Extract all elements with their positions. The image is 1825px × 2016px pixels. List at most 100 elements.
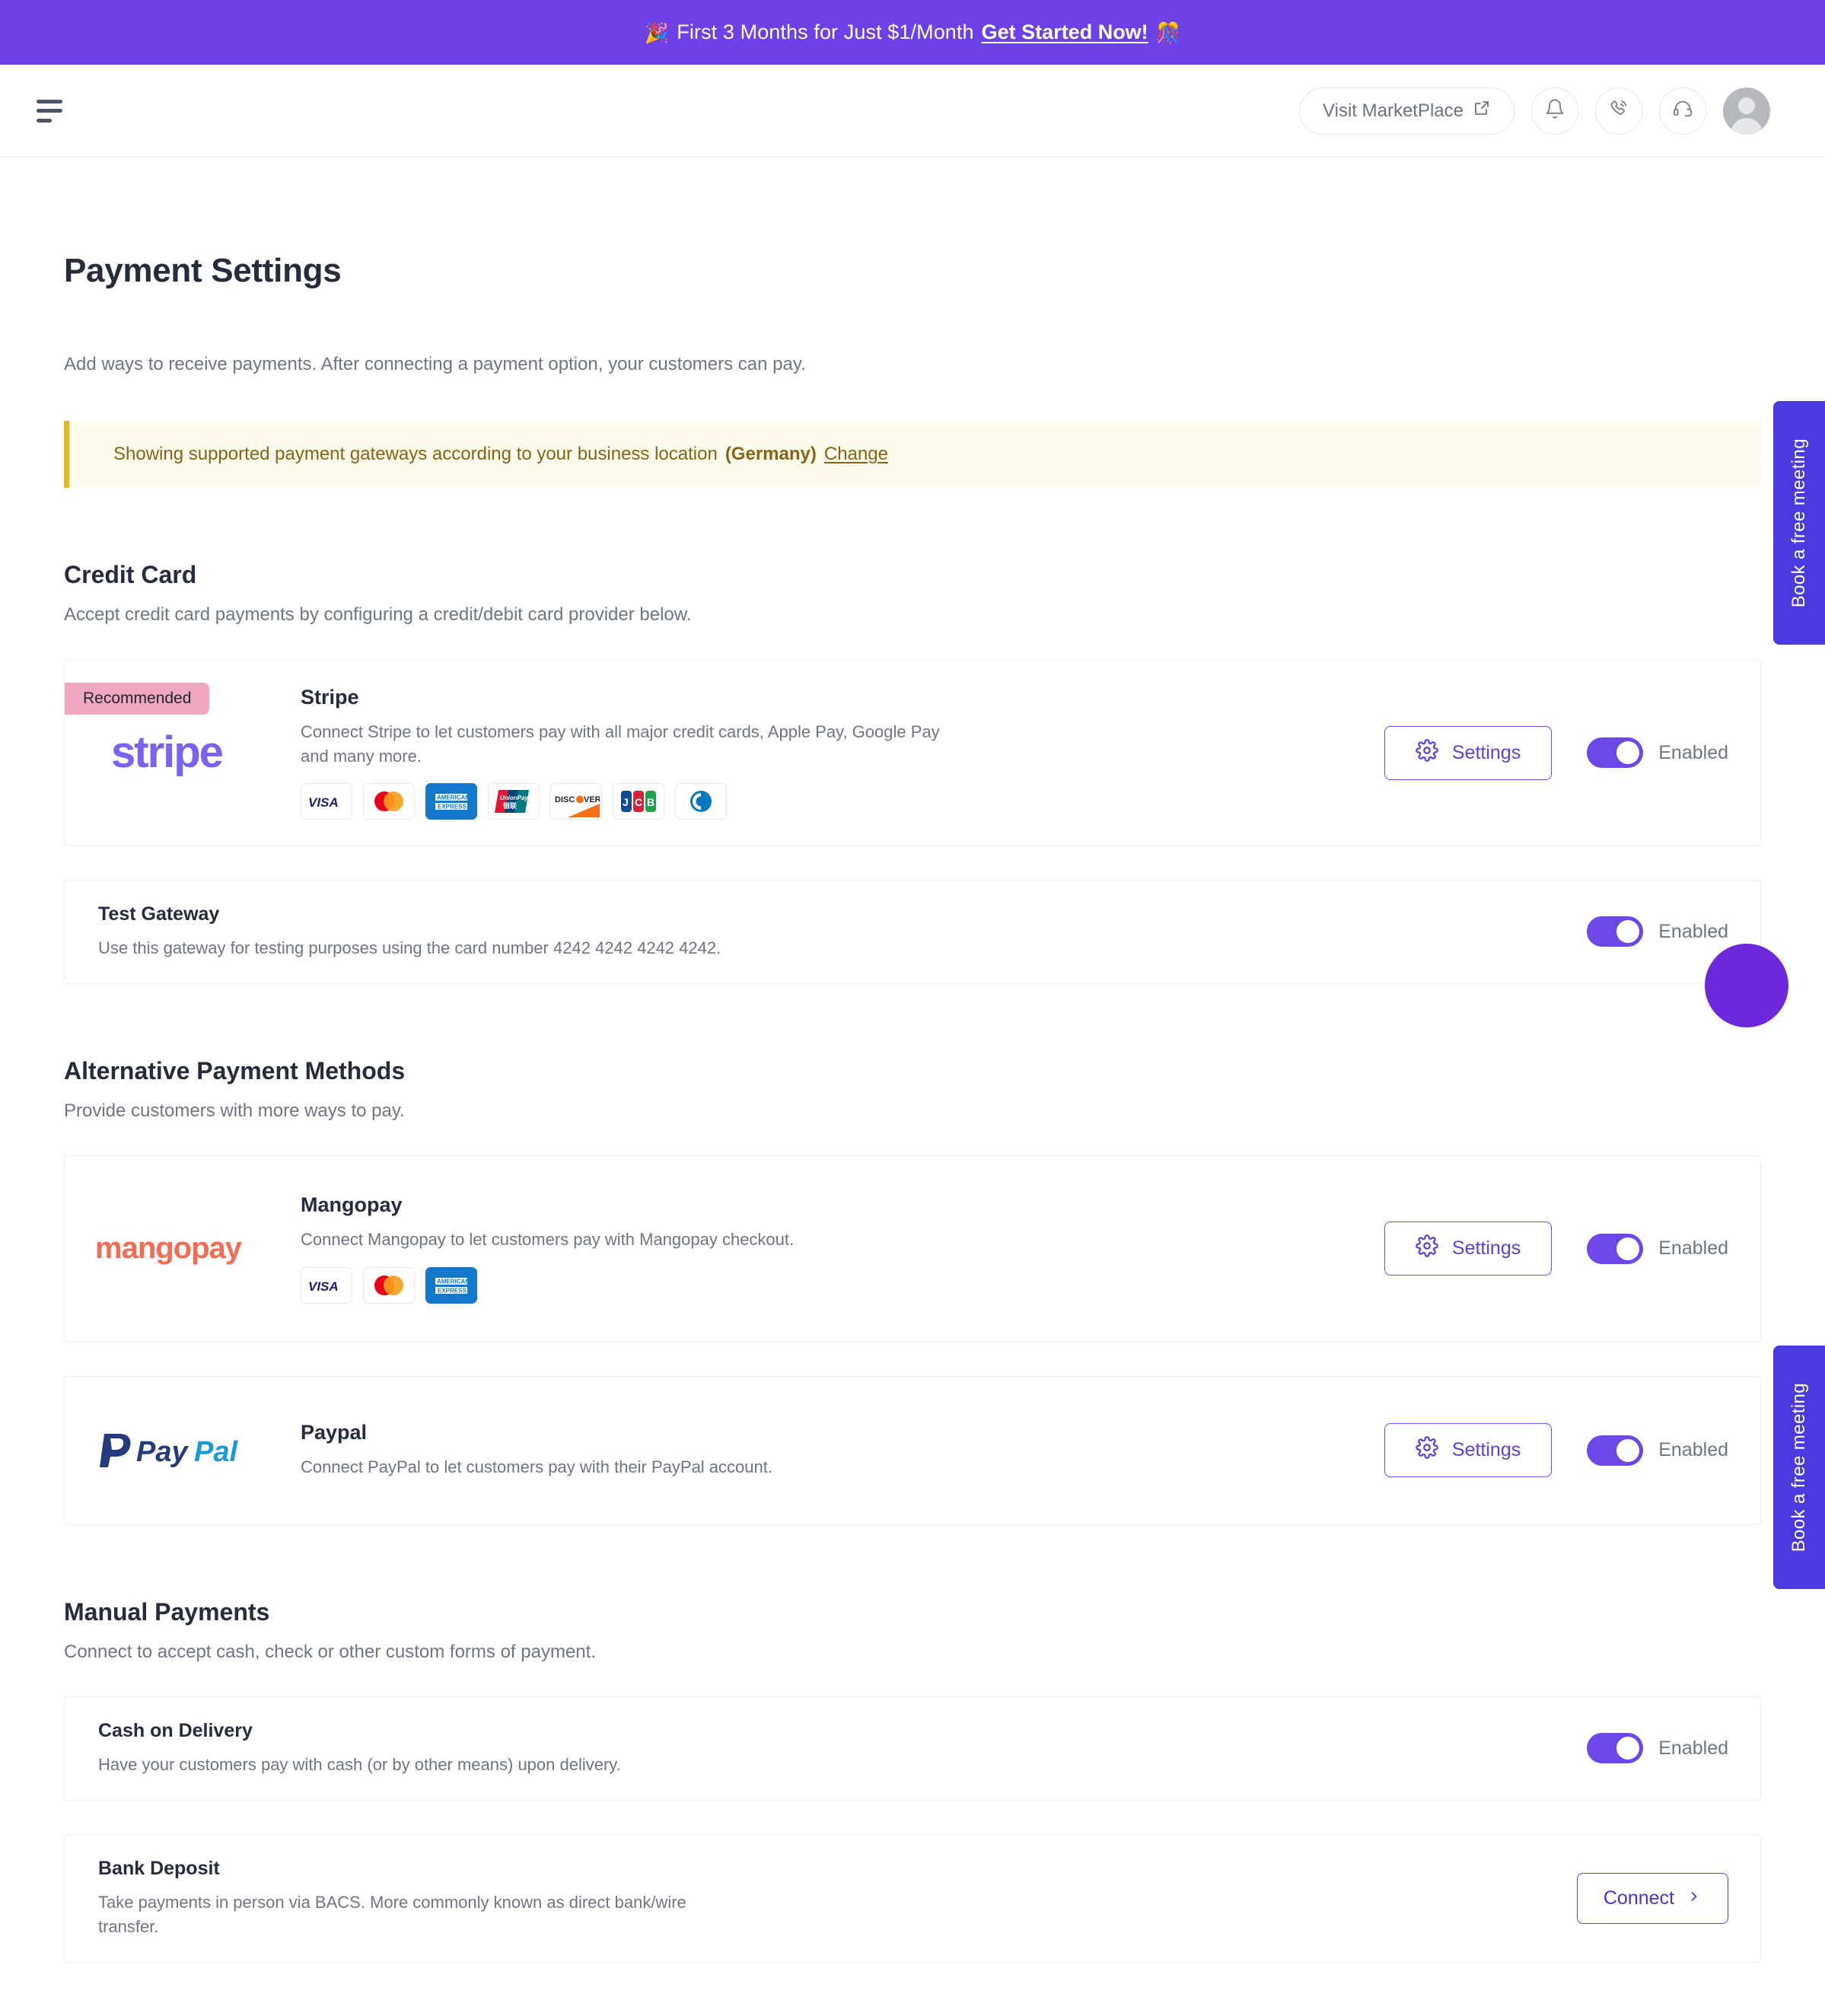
gateway-card-bank-deposit: Bank Deposit Take payments in person via… xyxy=(64,1833,1761,1963)
section-heading-alternative: Alternative Payment Methods xyxy=(64,1056,406,1084)
svg-text:VER: VER xyxy=(584,795,600,804)
toggle-knob xyxy=(1616,1438,1640,1462)
avatar[interactable] xyxy=(1723,87,1770,135)
visit-marketplace-button[interactable]: Visit MarketPlace xyxy=(1299,87,1514,135)
svg-text:C: C xyxy=(635,796,642,808)
svg-text:AMERICAN: AMERICAN xyxy=(437,1279,470,1285)
change-location-link[interactable]: Change xyxy=(824,444,888,465)
gateway-actions-test-gateway: Enabled xyxy=(1587,916,1760,947)
enable-toggle-cash-on-delivery[interactable]: Enabled xyxy=(1587,1733,1728,1764)
svg-text:B: B xyxy=(647,796,655,808)
gateway-name: Cash on Delivery xyxy=(98,1719,253,1741)
settings-button-label: Settings xyxy=(1451,741,1521,763)
book-meeting-label: Book a free meeting xyxy=(1788,438,1809,608)
diners-club-icon xyxy=(675,783,727,820)
gateway-info-bank-deposit: Bank Deposit Take payments in person via… xyxy=(65,1835,1577,1962)
toggle-knob xyxy=(1616,741,1640,764)
toggle-switch[interactable] xyxy=(1587,737,1644,768)
settings-button[interactable]: Settings xyxy=(1384,1221,1553,1276)
svg-text:Pal: Pal xyxy=(194,1436,238,1468)
gateway-card-paypal: Pay Pal Paypal Connect PayPal to let cus… xyxy=(64,1375,1761,1525)
enable-toggle-paypal[interactable]: Enabled xyxy=(1587,1435,1728,1466)
settings-button-label: Settings xyxy=(1451,1237,1521,1260)
toggle-switch[interactable] xyxy=(1587,1233,1644,1264)
page-title: Payment Settings xyxy=(64,252,342,289)
visit-marketplace-label: Visit MarketPlace xyxy=(1323,100,1464,121)
gateway-card-cash-on-delivery: Cash on Delivery Have your customers pay… xyxy=(64,1696,1761,1801)
page-subtitle: Add ways to receive payments. After conn… xyxy=(64,354,806,374)
jcb-icon: J C B xyxy=(613,783,664,820)
book-meeting-tab-bottom[interactable]: Book a free meeting xyxy=(1773,1346,1825,1589)
get-started-link[interactable]: Get Started Now! xyxy=(982,21,1148,44)
external-link-icon xyxy=(1473,99,1491,123)
chat-bubble[interactable] xyxy=(1705,944,1788,1027)
enable-toggle-test-gateway[interactable]: Enabled xyxy=(1587,916,1728,947)
phone-ring-icon xyxy=(1608,98,1629,123)
toggle-label: Enabled xyxy=(1658,920,1728,942)
gear-icon xyxy=(1416,1436,1438,1464)
section-desc-alternative: Provide customers with more ways to pay. xyxy=(64,1100,405,1121)
connect-button-label: Connect xyxy=(1603,1887,1674,1909)
settings-button[interactable]: Settings xyxy=(1384,1423,1553,1478)
chevron-right-icon xyxy=(1686,1887,1702,1909)
gateway-description: Connect Stripe to let customers pay with… xyxy=(301,721,940,766)
gateway-name: Test Gateway xyxy=(98,903,220,925)
gateway-name: Stripe xyxy=(301,685,359,709)
visa-icon: VISA xyxy=(301,1267,352,1304)
svg-text:Pay: Pay xyxy=(136,1436,189,1468)
enable-toggle-mangopay[interactable]: Enabled xyxy=(1587,1233,1728,1264)
svg-text:VISA: VISA xyxy=(308,1279,339,1293)
gateway-actions-stripe: Settings Enabled xyxy=(1384,725,1760,780)
hamburger-icon[interactable] xyxy=(37,99,65,123)
toggle-label: Enabled xyxy=(1658,1439,1728,1461)
toggle-knob xyxy=(1616,1237,1640,1260)
book-meeting-tab-top[interactable]: Book a free meeting xyxy=(1773,401,1825,645)
promo-banner: 🎉 First 3 Months for Just $1/Month Get S… xyxy=(0,0,1825,65)
gateway-card-test-gateway: Test Gateway Use this gateway for testin… xyxy=(64,880,1761,984)
svg-text:DISC: DISC xyxy=(555,795,575,804)
paypal-logo: Pay Pal xyxy=(65,1377,301,1524)
avatar-head xyxy=(1738,97,1755,114)
settings-button-label: Settings xyxy=(1451,1439,1521,1461)
section-heading-manual: Manual Payments xyxy=(64,1597,270,1626)
mangopay-logo: mangopay xyxy=(65,1156,301,1342)
section-desc-credit-card: Accept credit card payments by configuri… xyxy=(64,604,692,625)
toggle-switch[interactable] xyxy=(1587,1435,1644,1466)
gateway-description: Take payments in person via BACS. More c… xyxy=(98,1892,686,1936)
gateway-card-stripe: Recommended stripe Stripe Connect Stripe… xyxy=(64,659,1761,846)
avatar-body xyxy=(1731,117,1763,135)
gateway-info-paypal: Paypal Connect PayPal to let customers p… xyxy=(301,1398,1384,1502)
supported-card-brands: VISA AMERICAN EXPRESS xyxy=(301,1267,1366,1304)
gateway-actions-cash-on-delivery: Enabled xyxy=(1587,1733,1760,1764)
notifications-button[interactable] xyxy=(1531,87,1578,135)
call-button[interactable] xyxy=(1595,87,1642,135)
connect-button[interactable]: Connect xyxy=(1576,1872,1728,1924)
svg-text:mangopay: mangopay xyxy=(95,1231,243,1265)
svg-text:EXPRESS: EXPRESS xyxy=(438,1288,467,1295)
party-popper-icon: 🎉 xyxy=(644,21,670,44)
bottom-spacer xyxy=(64,1963,1761,2016)
support-button[interactable] xyxy=(1659,87,1706,135)
settings-button[interactable]: Settings xyxy=(1384,725,1553,780)
gateway-actions-bank-deposit: Connect xyxy=(1576,1872,1760,1924)
bell-icon xyxy=(1544,98,1565,123)
enable-toggle-stripe[interactable]: Enabled xyxy=(1587,737,1728,768)
confetti-icon: 🎊 xyxy=(1155,21,1181,44)
gateway-info-stripe: Stripe Connect Stripe to let customers p… xyxy=(301,663,1384,843)
svg-text:银联: 银联 xyxy=(503,801,518,810)
gateway-info-cash-on-delivery: Cash on Delivery Have your customers pay… xyxy=(65,1697,1587,1800)
unionpay-icon: UnionPay 银联 xyxy=(488,783,540,820)
toggle-switch[interactable] xyxy=(1587,916,1644,947)
discover-icon: DISC VER xyxy=(550,783,602,820)
book-meeting-label: Book a free meeting xyxy=(1788,1382,1809,1553)
page-content: Payment Settings Add ways to receive pay… xyxy=(0,252,1825,2016)
mastercard-icon xyxy=(363,783,415,820)
toggle-switch[interactable] xyxy=(1587,1733,1644,1764)
notice-text: Showing supported payment gateways accor… xyxy=(113,444,718,464)
toggle-knob xyxy=(1616,920,1640,944)
gateway-name: Paypal xyxy=(301,1421,368,1444)
gear-icon xyxy=(1416,738,1438,767)
promo-text: First 3 Months for Just $1/Month xyxy=(677,21,974,43)
svg-text:AMERICAN: AMERICAN xyxy=(437,795,470,801)
gateway-description: Connect PayPal to let customers pay with… xyxy=(301,1457,772,1477)
